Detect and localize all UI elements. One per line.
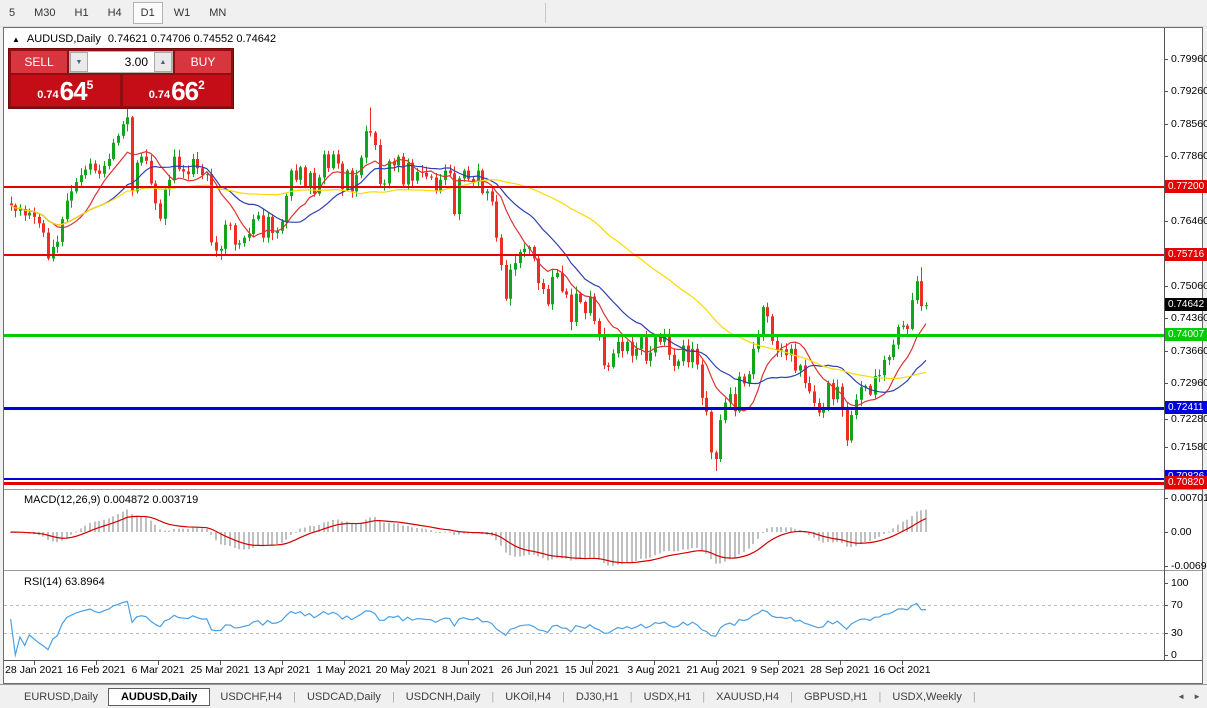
date-axis-label: 21 Aug 2021 [687, 664, 746, 676]
tab-separator: | [293, 691, 296, 703]
price-level-tag-0.74007: 0.74007 [1165, 328, 1207, 341]
timeframe-buttons: 5M30H1H4D1W1MN [1, 2, 237, 24]
price-axis-tick: 0.75060 [1171, 280, 1207, 292]
rsi-axis-tick: 100 [1171, 577, 1189, 589]
price-axis-tick: 0.79960 [1171, 53, 1207, 65]
sell-price-sup: 5 [87, 78, 94, 92]
price-level-tag-0.77200: 0.77200 [1165, 180, 1207, 193]
price-level-tag-0.75716: 0.75716 [1165, 248, 1207, 261]
tab-usdcnh-daily[interactable]: USDCNH,Daily [396, 688, 491, 706]
tab-separator: | [790, 691, 793, 703]
tab-usdchf-h4[interactable]: USDCHF,H4 [210, 688, 292, 706]
date-axis-label: 26 Jun 2021 [501, 664, 559, 676]
tab-eurusd-daily[interactable]: EURUSD,Daily [14, 688, 108, 706]
date-axis-label: 13 Apr 2021 [254, 664, 311, 676]
buy-button[interactable]: BUY [175, 51, 231, 73]
timeframe-button-w1[interactable]: W1 [166, 2, 199, 24]
rsi-axis-tick: 0 [1171, 649, 1177, 661]
tab-separator: | [562, 691, 565, 703]
price-axis-tick: 0.77860 [1171, 150, 1207, 162]
tab-usdx-weekly[interactable]: USDX,Weekly [882, 688, 971, 706]
chart-symbol-label: AUDUSD,Daily [27, 33, 101, 45]
date-axis-label: 25 Mar 2021 [191, 664, 250, 676]
price-level-tag-0.70820: 0.70820 [1165, 476, 1207, 489]
tab-separator: | [702, 691, 705, 703]
timeframe-toolbar: 5M30H1H4D1W1MN [0, 0, 1207, 27]
sell-button[interactable]: SELL [11, 51, 67, 73]
tab-scroll-right-icon[interactable]: ► [1193, 692, 1201, 701]
chart-tabs-bar: EURUSD,DailyAUDUSD,DailyUSDCHF,H4|USDCAD… [0, 684, 1207, 708]
macd-axis-tick: 0.007015 [1171, 492, 1207, 504]
date-axis-label: 9 Sep 2021 [751, 664, 805, 676]
tab-separator: | [973, 691, 976, 703]
macd-axis-tick: -0.00692 [1171, 560, 1207, 572]
one-click-trading-panel: SELL ▼ 3.00 ▲ BUY 0.74 64 5 0.74 66 2 [8, 48, 234, 109]
tab-audusd-daily[interactable]: AUDUSD,Daily [108, 688, 210, 706]
chart-title: ▲ AUDUSD,Daily 0.74621 0.74706 0.74552 0… [12, 33, 276, 45]
tab-separator: | [491, 691, 494, 703]
rsi-axis-tick: 30 [1171, 627, 1183, 639]
timeframe-button-5[interactable]: 5 [1, 2, 23, 24]
rsi-axis-tick: 70 [1171, 599, 1183, 611]
chevron-up-icon: ▲ [160, 59, 167, 66]
volume-spinner: ▼ 3.00 ▲ [69, 51, 173, 73]
rsi-indicator-label: RSI(14) 63.8964 [24, 576, 105, 588]
price-axis-tick: 0.72280 [1171, 413, 1207, 425]
price-axis-tick: 0.78560 [1171, 118, 1207, 130]
timeframe-button-m30[interactable]: M30 [26, 2, 63, 24]
timeframe-button-d1[interactable]: D1 [133, 2, 163, 24]
timeframe-button-mn[interactable]: MN [201, 2, 234, 24]
current-price-tag: 0.74642 [1165, 298, 1207, 311]
price-level-tag-0.72411: 0.72411 [1165, 401, 1207, 414]
date-axis-label: 28 Sep 2021 [810, 664, 870, 676]
date-axis-label: 16 Oct 2021 [873, 664, 930, 676]
tab-xauusd-h4[interactable]: XAUUSD,H4 [706, 688, 789, 706]
price-axis-tick: 0.79260 [1171, 85, 1207, 97]
date-axis-label: 28 Jan 2021 [5, 664, 63, 676]
buy-price-sup: 2 [198, 78, 205, 92]
tab-separator: | [392, 691, 395, 703]
volume-input[interactable]: 3.00 [88, 52, 154, 72]
tab-scroll-nav: ◄ ► [1177, 692, 1201, 701]
price-chart-canvas[interactable] [4, 28, 1202, 683]
price-axis-tick: 0.71580 [1171, 441, 1207, 453]
price-axis-tick: 0.74360 [1171, 312, 1207, 324]
volume-increase-button[interactable]: ▲ [154, 52, 172, 72]
buy-price-display[interactable]: 0.74 66 2 [123, 75, 232, 106]
macd-indicator-label: MACD(12,26,9) 0.004872 0.003719 [24, 494, 198, 506]
tab-gbpusd-h1[interactable]: GBPUSD,H1 [794, 688, 878, 706]
toolbar-separator [545, 3, 546, 23]
tab-dj30-h1[interactable]: DJ30,H1 [566, 688, 629, 706]
date-axis-label: 8 Jun 2021 [442, 664, 494, 676]
sell-price-prefix: 0.74 [37, 89, 58, 101]
date-axis-label: 15 Jul 2021 [565, 664, 619, 676]
collapse-trade-panel-icon[interactable]: ▲ [12, 35, 20, 44]
chart-window: ▲ AUDUSD,Daily 0.74621 0.74706 0.74552 0… [3, 27, 1203, 684]
tab-ukoil-h4[interactable]: UKOil,H4 [495, 688, 561, 706]
date-axis-label: 20 May 2021 [376, 664, 437, 676]
timeframe-button-h1[interactable]: H1 [67, 2, 97, 24]
tab-usdcad-daily[interactable]: USDCAD,Daily [297, 688, 391, 706]
tab-usdx-h1[interactable]: USDX,H1 [634, 688, 702, 706]
timeframe-button-h4[interactable]: H4 [100, 2, 130, 24]
tab-separator: | [630, 691, 633, 703]
chevron-down-icon: ▼ [76, 59, 83, 66]
tab-scroll-left-icon[interactable]: ◄ [1177, 692, 1185, 701]
tab-separator: | [879, 691, 882, 703]
date-axis-label: 3 Aug 2021 [627, 664, 680, 676]
date-axis-label: 6 Mar 2021 [131, 664, 184, 676]
sell-price-big: 64 [60, 77, 87, 105]
date-axis-label: 16 Feb 2021 [67, 664, 126, 676]
buy-price-big: 66 [171, 77, 198, 105]
sell-price-display[interactable]: 0.74 64 5 [11, 75, 120, 106]
chart-ohlc-values: 0.74621 0.74706 0.74552 0.74642 [108, 33, 276, 45]
price-axis-tick: 0.73660 [1171, 345, 1207, 357]
buy-price-prefix: 0.74 [149, 89, 170, 101]
price-axis-tick: 0.76460 [1171, 215, 1207, 227]
volume-decrease-button[interactable]: ▼ [70, 52, 88, 72]
chart-tabs: EURUSD,DailyAUDUSD,DailyUSDCHF,H4|USDCAD… [14, 688, 977, 706]
price-axis-tick: 0.72960 [1171, 377, 1207, 389]
macd-axis-tick: 0.00 [1171, 526, 1191, 538]
date-axis-label: 1 May 2021 [317, 664, 372, 676]
